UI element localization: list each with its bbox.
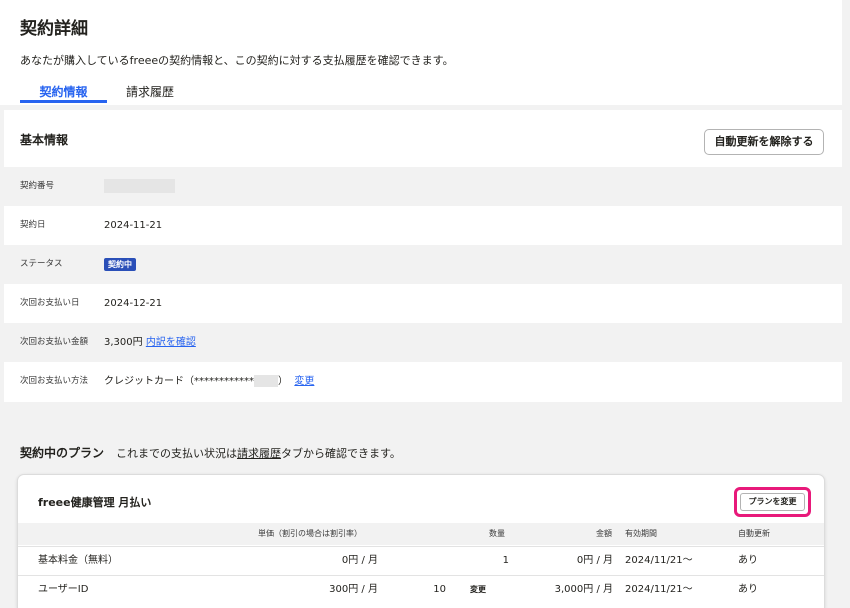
card-text: クレジットカード（************: [104, 376, 254, 387]
breakdown-link[interactable]: 内訳を確認: [146, 337, 196, 348]
period: 2024/11/21～: [625, 555, 693, 566]
info-row-contract-number: 契約番号: [4, 167, 842, 206]
unit-price: 300円 / 月: [329, 584, 378, 595]
amount-text: 3,300円: [104, 337, 143, 348]
contract-date-value: 2024-11-21: [104, 220, 163, 231]
auto-renew: あり: [738, 555, 758, 566]
change-plan-button[interactable]: プランを変更: [740, 493, 805, 511]
info-label: 契約日: [20, 220, 46, 230]
item-name: 基本料金（無料）: [38, 555, 118, 566]
table-row: ユーザーID 300円 / 月 10 変更 3,000円 / 月 2024/11…: [18, 575, 824, 604]
next-payment-amount-value: 3,300円 内訳を確認: [104, 323, 196, 362]
status-badge: 契約中: [104, 257, 136, 271]
plan-section-title: 契約中のプラン: [20, 446, 105, 460]
column-period: 有効期間: [625, 529, 657, 538]
amount: 0円 / 月: [576, 555, 613, 566]
masked-value: [104, 179, 175, 193]
info-row-next-payment-date: 次回お支払い日 2024-12-21: [4, 284, 842, 323]
masked-card-digits: [254, 375, 278, 387]
plan-section-header: 契約中のプラン これまでの支払い状況は請求履歴タブから確認できます。: [20, 444, 401, 461]
column-quantity: 数量: [489, 529, 505, 538]
info-label: 次回お支払い金額: [20, 337, 89, 347]
info-label: ステータス: [20, 259, 63, 269]
section-title: 基本情報: [20, 133, 69, 147]
quantity: 10: [433, 584, 446, 595]
info-row-payment-method: 次回お支払い方法 クレジットカード（************ ） 変更: [4, 362, 842, 401]
table-row: 基本料金（無料） 0円 / 月 1 0円 / 月 2024/11/21～ あり: [18, 546, 824, 574]
info-label: 契約番号: [20, 181, 55, 191]
cancel-auto-renew-button[interactable]: 自動更新を解除する: [704, 129, 824, 155]
info-row-contract-date: 契約日 2024-11-21: [4, 206, 842, 245]
column-amount: 金額: [596, 529, 612, 538]
tab-contract-info[interactable]: 契約情報: [20, 83, 107, 103]
change-quantity-button[interactable]: 変更: [470, 576, 486, 604]
column-auto-renew: 自動更新: [738, 529, 770, 538]
info-label: 次回お支払い方法: [20, 376, 89, 386]
quantity: 1: [502, 555, 509, 566]
info-row-status: ステータス 契約中: [4, 245, 842, 284]
card-text-close: ）: [278, 376, 288, 387]
plan-note-prefix: これまでの支払い状況は: [116, 447, 238, 460]
contract-number-value: [104, 167, 175, 206]
plan-note-suffix: タブから確認できます。: [281, 447, 401, 460]
item-name: ユーザーID: [38, 584, 89, 595]
change-plan-highlight: プランを変更: [734, 487, 811, 517]
page: 契約詳細 あなたが購入しているfreeeの契約情報と、この契約に対する支払履歴を…: [0, 0, 850, 608]
status-value: 契約中: [104, 245, 136, 284]
plan-card: freee健康管理 月払い プランを変更 単価（割引の場合は割引率） 数量 金額…: [17, 474, 825, 608]
column-unit-price: 単価（割引の場合は割引率）: [258, 529, 362, 538]
auto-renew: あり: [738, 584, 758, 595]
plan-name: freee健康管理 月払い: [38, 496, 152, 509]
plan-table-header: 単価（割引の場合は割引率） 数量 金額 有効期間 自動更新: [18, 523, 824, 545]
unit-price: 0円 / 月: [341, 555, 378, 566]
change-payment-method-link[interactable]: 変更: [294, 376, 314, 387]
page-title: 契約詳細: [20, 19, 88, 39]
next-payment-date-value: 2024-12-21: [104, 298, 163, 309]
info-row-next-payment-amount: 次回お支払い金額 3,300円 内訳を確認: [4, 323, 842, 362]
period: 2024/11/21～: [625, 584, 693, 595]
page-description: あなたが購入しているfreeeの契約情報と、この契約に対する支払履歴を確認できま…: [20, 54, 454, 67]
info-label: 次回お支払い日: [20, 298, 80, 308]
payment-method-value: クレジットカード（************ ） 変更: [104, 362, 314, 401]
basic-info-section: 基本情報 自動更新を解除する 契約番号 契約日 2024-11-21 ステータス…: [4, 110, 842, 402]
page-header: 契約詳細 あなたが購入しているfreeeの契約情報と、この契約に対する支払履歴を…: [0, 0, 842, 105]
tab-billing-history[interactable]: 請求履歴: [120, 83, 180, 103]
amount: 3,000円 / 月: [554, 584, 613, 595]
billing-history-link[interactable]: 請求履歴: [237, 447, 281, 460]
